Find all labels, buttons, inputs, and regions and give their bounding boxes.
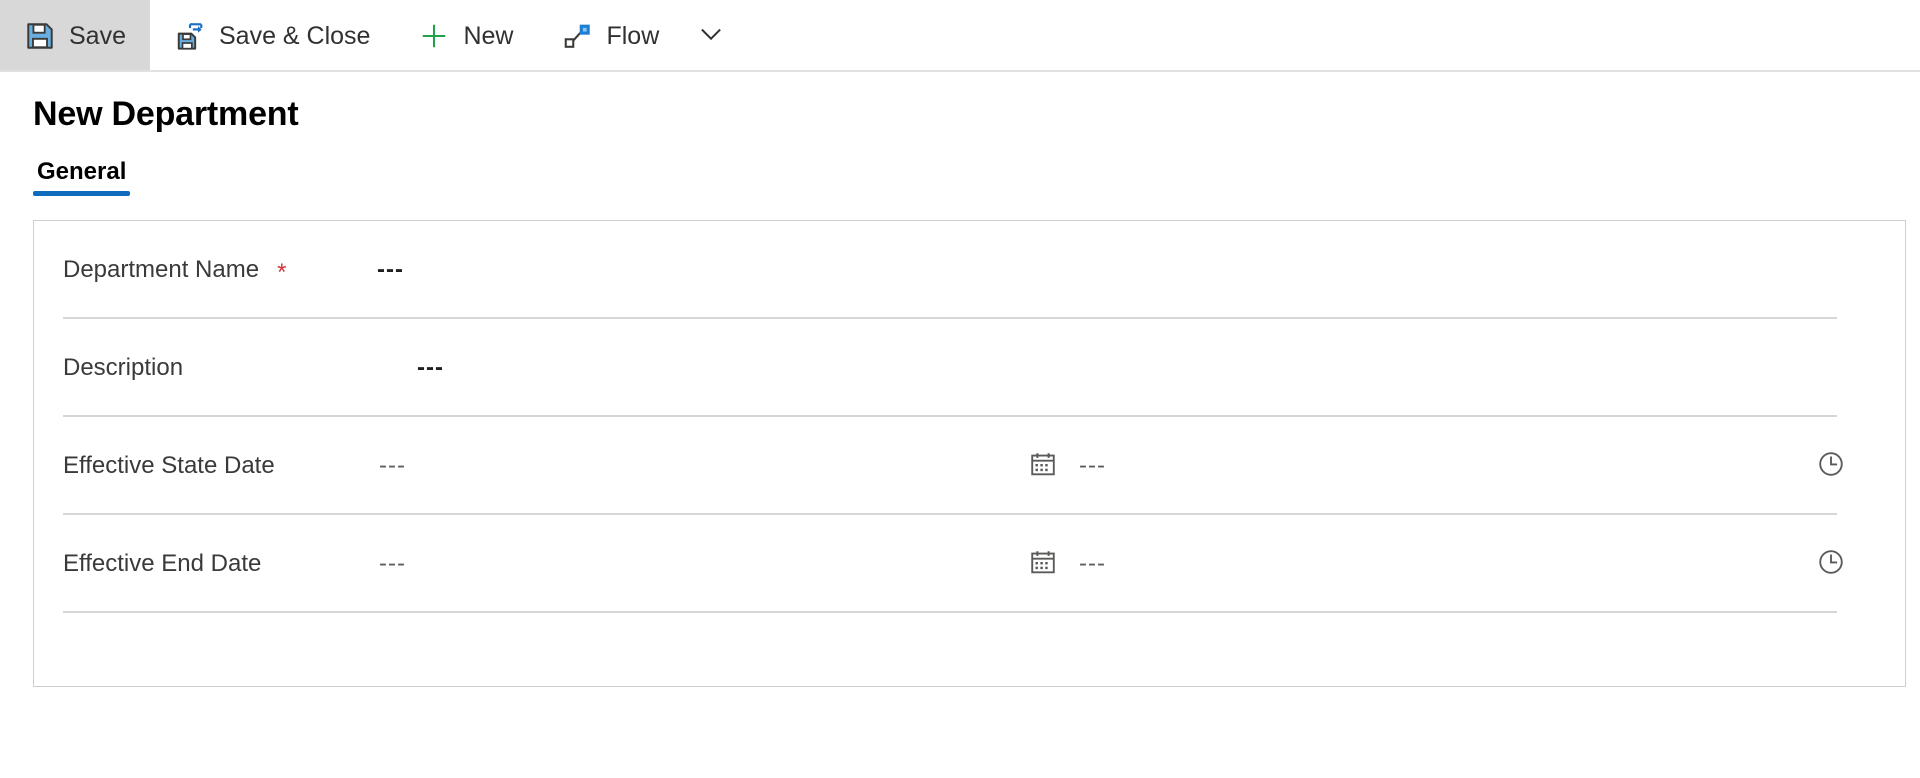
clock-icon	[1816, 547, 1846, 582]
effective-state-date-time-cell: ---	[1063, 446, 1905, 486]
plus-icon	[418, 20, 450, 52]
form-row-effective-state-date: Effective State Date --- ---	[34, 417, 1905, 516]
effective-end-date-calendar-button[interactable]	[1023, 544, 1063, 584]
effective-end-date-clock-button[interactable]	[1811, 544, 1851, 584]
department-name-label-cell: Department Name *	[63, 256, 363, 287]
save-and-close-button-label: Save & Close	[218, 21, 371, 50]
save-close-icon	[174, 20, 206, 52]
effective-end-date-label: Effective End Date	[63, 550, 262, 578]
chevron-down-icon	[696, 19, 726, 54]
effective-state-date-date-cell: ---	[363, 452, 1023, 480]
page-title: New Department	[33, 95, 299, 133]
command-bar-overflow-button[interactable]	[683, 0, 739, 72]
description-value[interactable]: ---	[417, 354, 444, 382]
clock-icon	[1816, 449, 1846, 484]
effective-end-date-time-value[interactable]: ---	[1079, 550, 1106, 578]
tab-general[interactable]: General	[33, 157, 131, 197]
effective-state-date-clock-button[interactable]	[1811, 446, 1851, 486]
calendar-icon	[1028, 449, 1058, 484]
tab-general-label: General	[37, 157, 127, 185]
form-rows: Department Name * --- Description --- Ef…	[34, 221, 1905, 614]
description-label-cell: Description	[63, 354, 363, 382]
effective-end-date-value[interactable]: ---	[379, 550, 406, 578]
required-asterisk-icon: *	[277, 259, 287, 287]
effective-end-date-label-cell: Effective End Date	[63, 550, 363, 578]
command-bar: Save Save & Close New Flow	[0, 0, 1920, 72]
department-name-label: Department Name	[63, 256, 260, 284]
save-and-close-button[interactable]: Save & Close	[150, 0, 394, 72]
page-body: New Department General Department Name *…	[0, 72, 1920, 688]
effective-end-date-time-cell: ---	[1063, 544, 1905, 584]
general-form-card: Department Name * --- Description --- Ef…	[33, 220, 1906, 688]
save-button[interactable]: Save	[0, 0, 150, 72]
form-row-description: Description ---	[34, 319, 1905, 418]
form-row-effective-end-date: Effective End Date --- ---	[34, 515, 1905, 614]
save-icon	[24, 20, 56, 52]
effective-state-date-calendar-button[interactable]	[1023, 446, 1063, 486]
tab-strip: General	[0, 135, 1920, 197]
new-button-label: New	[463, 21, 514, 50]
department-name-value[interactable]: ---	[377, 256, 404, 284]
effective-state-date-time-value[interactable]: ---	[1079, 452, 1106, 480]
form-row-department-name: Department Name * ---	[34, 221, 1905, 320]
flow-icon	[561, 20, 593, 52]
new-button[interactable]: New	[394, 0, 537, 72]
flow-button-label: Flow	[606, 21, 660, 50]
save-button-label: Save	[69, 21, 126, 50]
effective-state-date-value[interactable]: ---	[379, 452, 406, 480]
effective-end-date-date-cell: ---	[363, 550, 1023, 578]
effective-state-date-label-cell: Effective State Date	[63, 452, 363, 480]
effective-state-date-label: Effective State Date	[63, 452, 275, 480]
flow-button[interactable]: Flow	[537, 0, 683, 72]
description-label: Description	[63, 354, 184, 382]
calendar-icon	[1028, 547, 1058, 582]
